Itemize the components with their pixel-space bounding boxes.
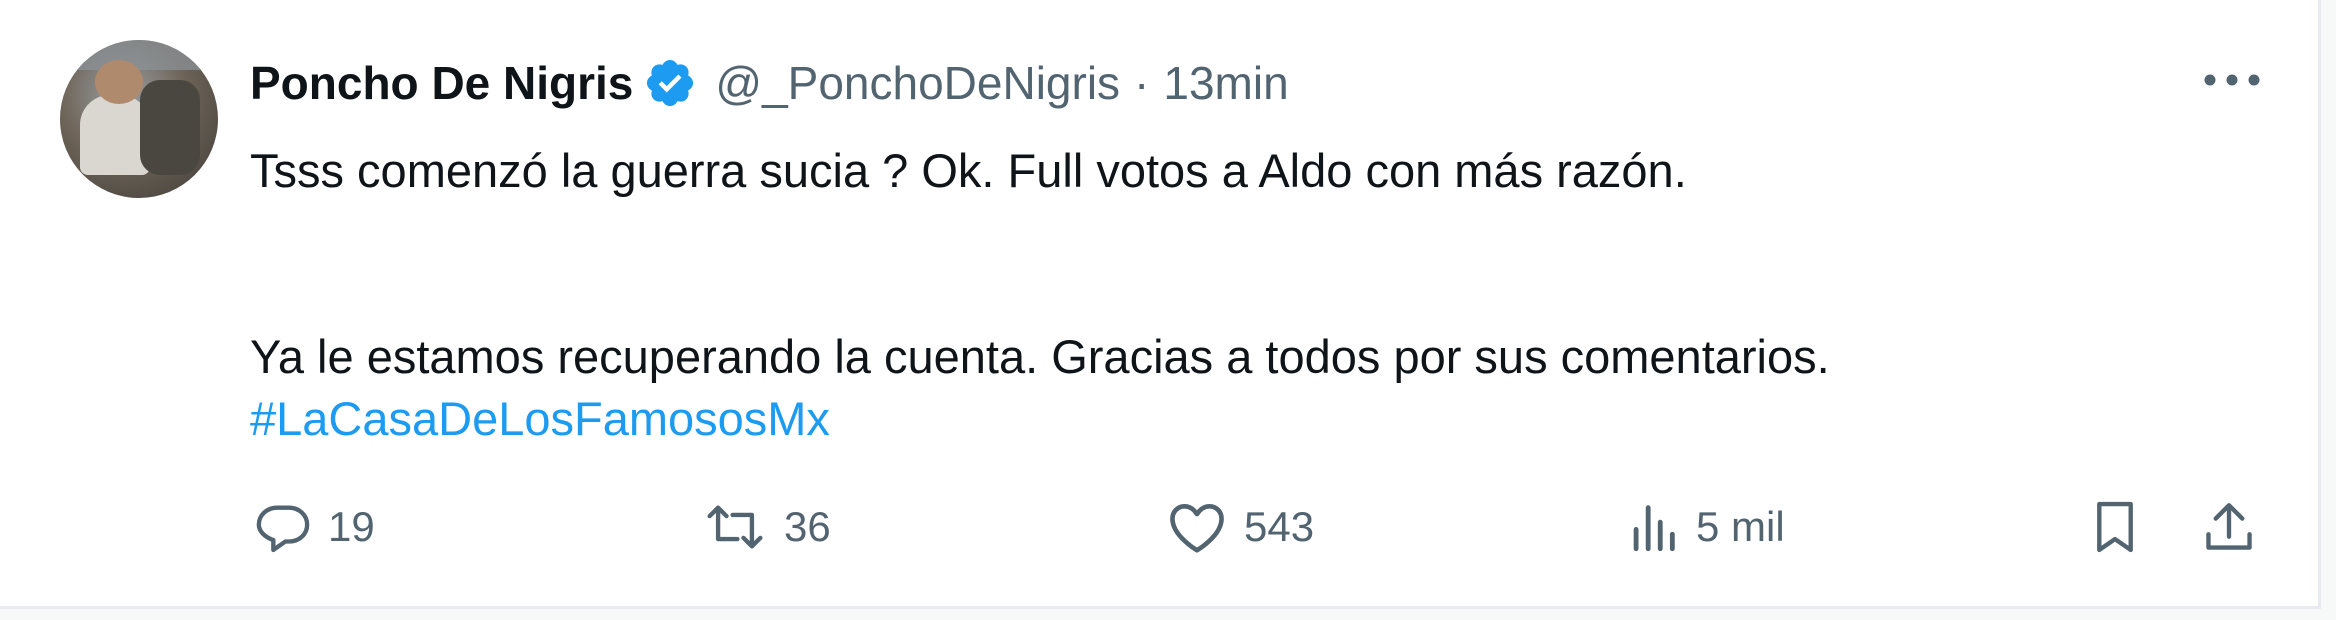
author-handle[interactable]: @_PonchoDeNigris (715, 56, 1120, 110)
bookmark-icon (2097, 501, 2133, 553)
reply-count: 19 (328, 503, 375, 550)
tweet-text-line: Tsss comenzó la guerra sucia ? Ok. Full … (250, 144, 1687, 197)
tweet-text-line: Ya le estamos recuperando la cuenta. Gra… (250, 330, 1830, 383)
like-button[interactable]: 543 (1166, 492, 1314, 562)
bookmark-button[interactable] (2086, 492, 2144, 562)
reply-button[interactable]: 19 (254, 492, 375, 562)
more-options-icon[interactable] (2200, 60, 2264, 100)
retweet-count: 36 (784, 503, 831, 550)
tweet-text: Tsss comenzó la guerra sucia ? Ok. Full … (250, 140, 2270, 450)
heart-icon (1170, 504, 1224, 553)
author-name[interactable]: Poncho De Nigris (250, 56, 633, 110)
tweet-header: Poncho De Nigris @_PonchoDeNigris · 13mi… (250, 50, 1289, 116)
share-icon (2206, 503, 2252, 550)
verified-badge-icon (647, 59, 694, 107)
tweet-card[interactable]: Poncho De Nigris @_PonchoDeNigris · 13mi… (0, 0, 2321, 609)
separator-dot: · (1134, 57, 1150, 109)
like-count: 543 (1244, 503, 1315, 550)
views-chart-icon (1633, 505, 1675, 552)
view-count: 5 mil (1696, 503, 1785, 550)
views-button[interactable]: 5 mil (1626, 492, 1785, 562)
reply-icon (256, 505, 310, 553)
tweet-timestamp[interactable]: 13min (1163, 56, 1288, 110)
retweet-icon (707, 505, 763, 549)
avatar[interactable] (60, 40, 218, 198)
tweet-actions: 19 36 543 5 mil (0, 492, 2318, 562)
hashtag-link[interactable]: #LaCasaDeLosFamososMx (250, 388, 830, 450)
retweet-button[interactable]: 36 (702, 492, 831, 562)
share-button[interactable] (2200, 492, 2258, 562)
